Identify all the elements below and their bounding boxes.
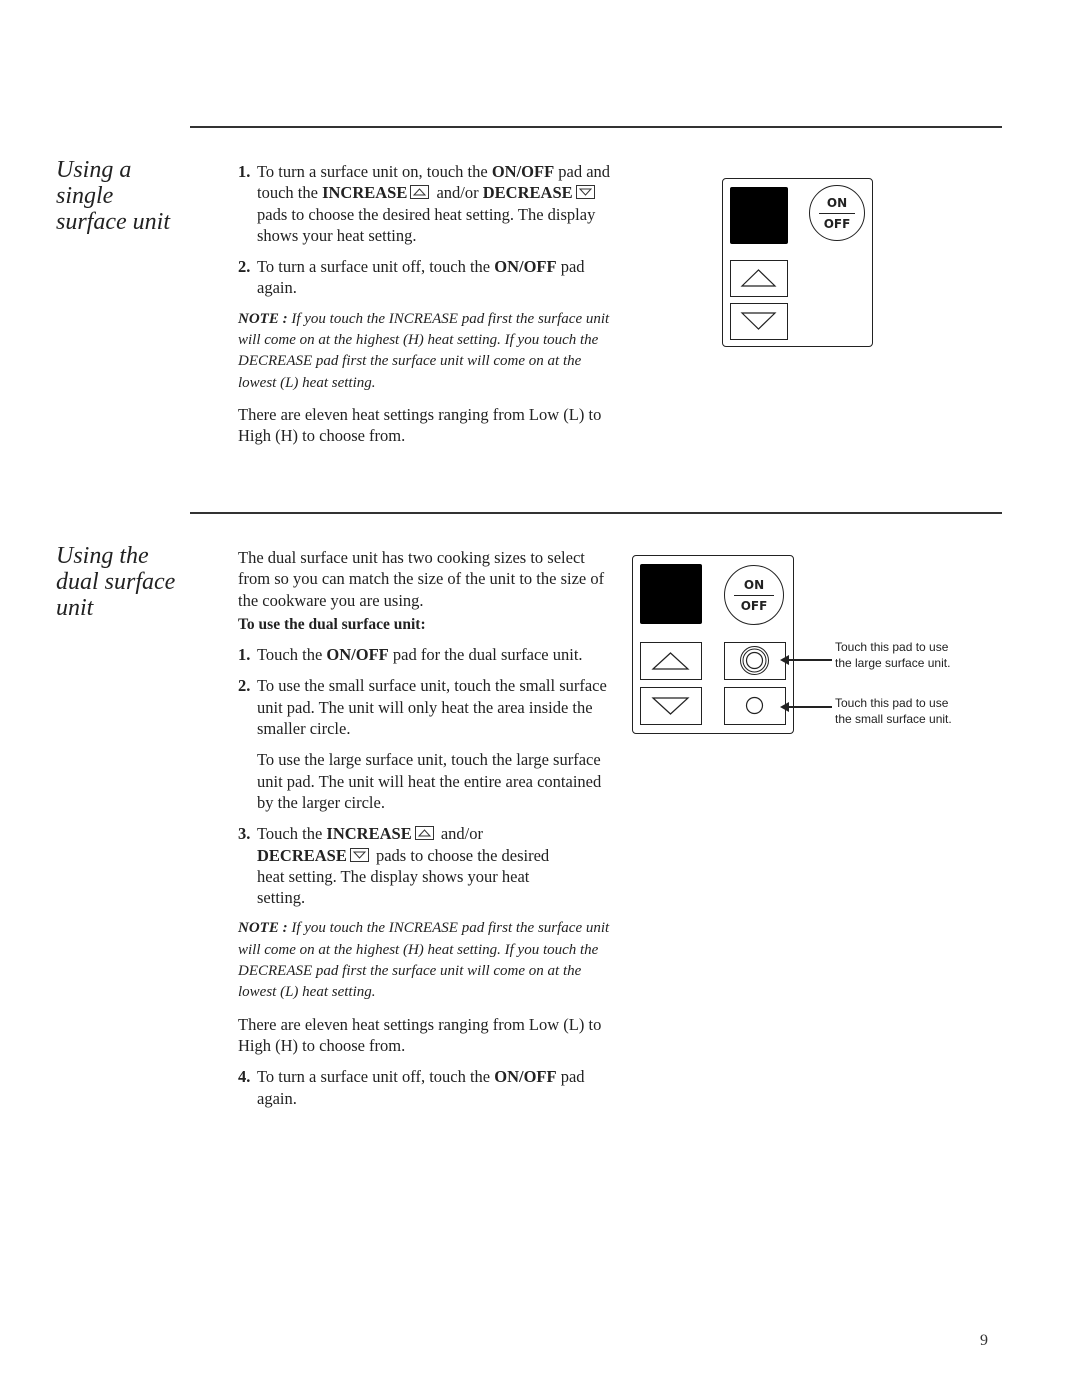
section-body-dual: The dual surface unit has two cooking si… xyxy=(238,547,613,1119)
onoff-term: ON/OFF xyxy=(326,645,389,665)
large-unit-text: To use the large surface unit, touch the… xyxy=(257,750,602,812)
section-divider xyxy=(190,512,1002,514)
decrease-pad-icon xyxy=(349,847,369,862)
step-text: Touch the xyxy=(257,645,323,665)
triangle-up-icon xyxy=(651,652,690,670)
large-surface-unit-pad[interactable] xyxy=(724,642,786,680)
on-label: ON xyxy=(826,196,848,210)
step-number: 1. xyxy=(238,645,251,665)
arrow-left-icon xyxy=(780,656,832,664)
on-off-pad[interactable]: ON OFF xyxy=(809,185,865,241)
small-surface-unit-pad[interactable] xyxy=(724,687,786,725)
divider xyxy=(734,595,774,596)
decrease-term: DECREASE xyxy=(482,183,573,203)
callout-line: Touch this pad to use xyxy=(835,640,949,654)
callout-line: the large surface unit. xyxy=(835,656,951,670)
title-line: surface unit xyxy=(56,209,170,235)
section-divider xyxy=(190,126,1002,128)
triangle-up-icon xyxy=(740,269,777,287)
increase-term: INCREASE xyxy=(326,824,412,844)
on-off-pad[interactable]: ON OFF xyxy=(724,565,784,625)
step-1: 1. Touch the ON/OFF pad for the dual sur… xyxy=(238,644,613,665)
step-text: To turn a surface unit off, touch the xyxy=(257,1067,491,1087)
step-3: 3. Touch the INCREASE and/or DECREASE pa… xyxy=(238,823,613,908)
small-pad-callout: Touch this pad to use the small surface … xyxy=(835,695,952,727)
note: NOTE : If you touch the INCREASE pad fir… xyxy=(238,918,613,1003)
callout-line: Touch this pad to use xyxy=(835,696,949,710)
onoff-term: ON/OFF xyxy=(494,1067,557,1087)
circle-icon xyxy=(745,696,764,715)
note-text: If you touch the INCREASE pad first the … xyxy=(238,310,610,391)
step-text: Touch the xyxy=(257,824,323,844)
note-label: NOTE : xyxy=(238,920,288,937)
title-line: Using a xyxy=(56,157,132,183)
callout-line: the small surface unit. xyxy=(835,712,952,726)
decrease-pad-icon xyxy=(575,185,595,200)
step-text: To turn a surface unit on, touch the xyxy=(257,162,488,181)
note-label: NOTE : xyxy=(238,310,288,327)
section-title-single-surface-unit: Using a single surface unit xyxy=(56,157,196,235)
triangle-down-icon xyxy=(651,697,690,715)
step-number: 4. xyxy=(238,1067,251,1087)
page-number: 9 xyxy=(980,1332,988,1349)
step-text: To use the small surface unit, touch the… xyxy=(257,676,607,739)
onoff-term: ON/OFF xyxy=(491,162,555,181)
step-1: 1. To turn a surface unit on, touch the … xyxy=(238,161,613,246)
step-4: 4. To turn a surface unit off, touch the… xyxy=(238,1066,613,1109)
decrease-pad[interactable] xyxy=(640,687,702,725)
step-text: To turn a surface unit off, touch the xyxy=(257,257,491,277)
divider xyxy=(819,213,855,214)
triangle-down-icon xyxy=(740,312,777,330)
section-body-single: 1. To turn a surface unit on, touch the … xyxy=(238,161,613,457)
title-line: unit xyxy=(56,595,94,621)
step-number: 1. xyxy=(238,162,251,181)
heat-settings-text: There are eleven heat settings ranging f… xyxy=(238,404,602,446)
heat-display xyxy=(730,187,788,244)
step-number: 2. xyxy=(238,676,251,696)
large-pad-callout: Touch this pad to use the large surface … xyxy=(835,639,950,671)
increase-pad-icon xyxy=(410,185,430,200)
title-line: Using the xyxy=(56,543,149,569)
intro-text: The dual surface unit has two cooking si… xyxy=(238,548,605,610)
dual-unit-control-panel: ON OFF xyxy=(632,555,794,734)
step-2: 2. To use the small surface unit, touch … xyxy=(238,675,613,739)
title-line: single xyxy=(56,183,114,209)
increase-pad[interactable] xyxy=(640,642,702,680)
step-text: pads to choose the desired heat setting.… xyxy=(257,204,596,245)
step-number: 3. xyxy=(238,824,251,844)
section-title-dual-surface-unit: Using the dual surface unit xyxy=(56,543,196,621)
step-2: 2. To turn a surface unit off, touch the… xyxy=(238,256,613,299)
subheading: To use the dual surface unit: xyxy=(238,615,426,633)
arrow-left-icon xyxy=(780,703,832,711)
decrease-pad[interactable] xyxy=(730,303,788,340)
step-text: and/or xyxy=(436,183,479,203)
off-label: OFF xyxy=(823,217,851,231)
onoff-term: ON/OFF xyxy=(494,257,557,277)
step-text: pad for the dual surface unit. xyxy=(392,645,583,665)
heat-settings-text: There are eleven heat settings ranging f… xyxy=(238,1014,602,1055)
step-number: 2. xyxy=(238,257,251,277)
decrease-term: DECREASE xyxy=(257,845,347,865)
single-unit-control-panel: ON OFF xyxy=(722,178,873,347)
on-label: ON xyxy=(743,578,765,592)
increase-pad-icon xyxy=(414,826,434,841)
increase-term: INCREASE xyxy=(322,183,408,203)
increase-pad[interactable] xyxy=(730,260,788,297)
step-text: and/or xyxy=(440,824,483,844)
note-text: If you touch the INCREASE pad first the … xyxy=(238,920,610,1001)
concentric-circles-icon xyxy=(740,646,769,675)
off-label: OFF xyxy=(740,599,768,613)
title-line: dual surface xyxy=(56,569,176,595)
heat-display xyxy=(640,564,702,624)
note: NOTE : If you touch the INCREASE pad fir… xyxy=(238,309,613,394)
